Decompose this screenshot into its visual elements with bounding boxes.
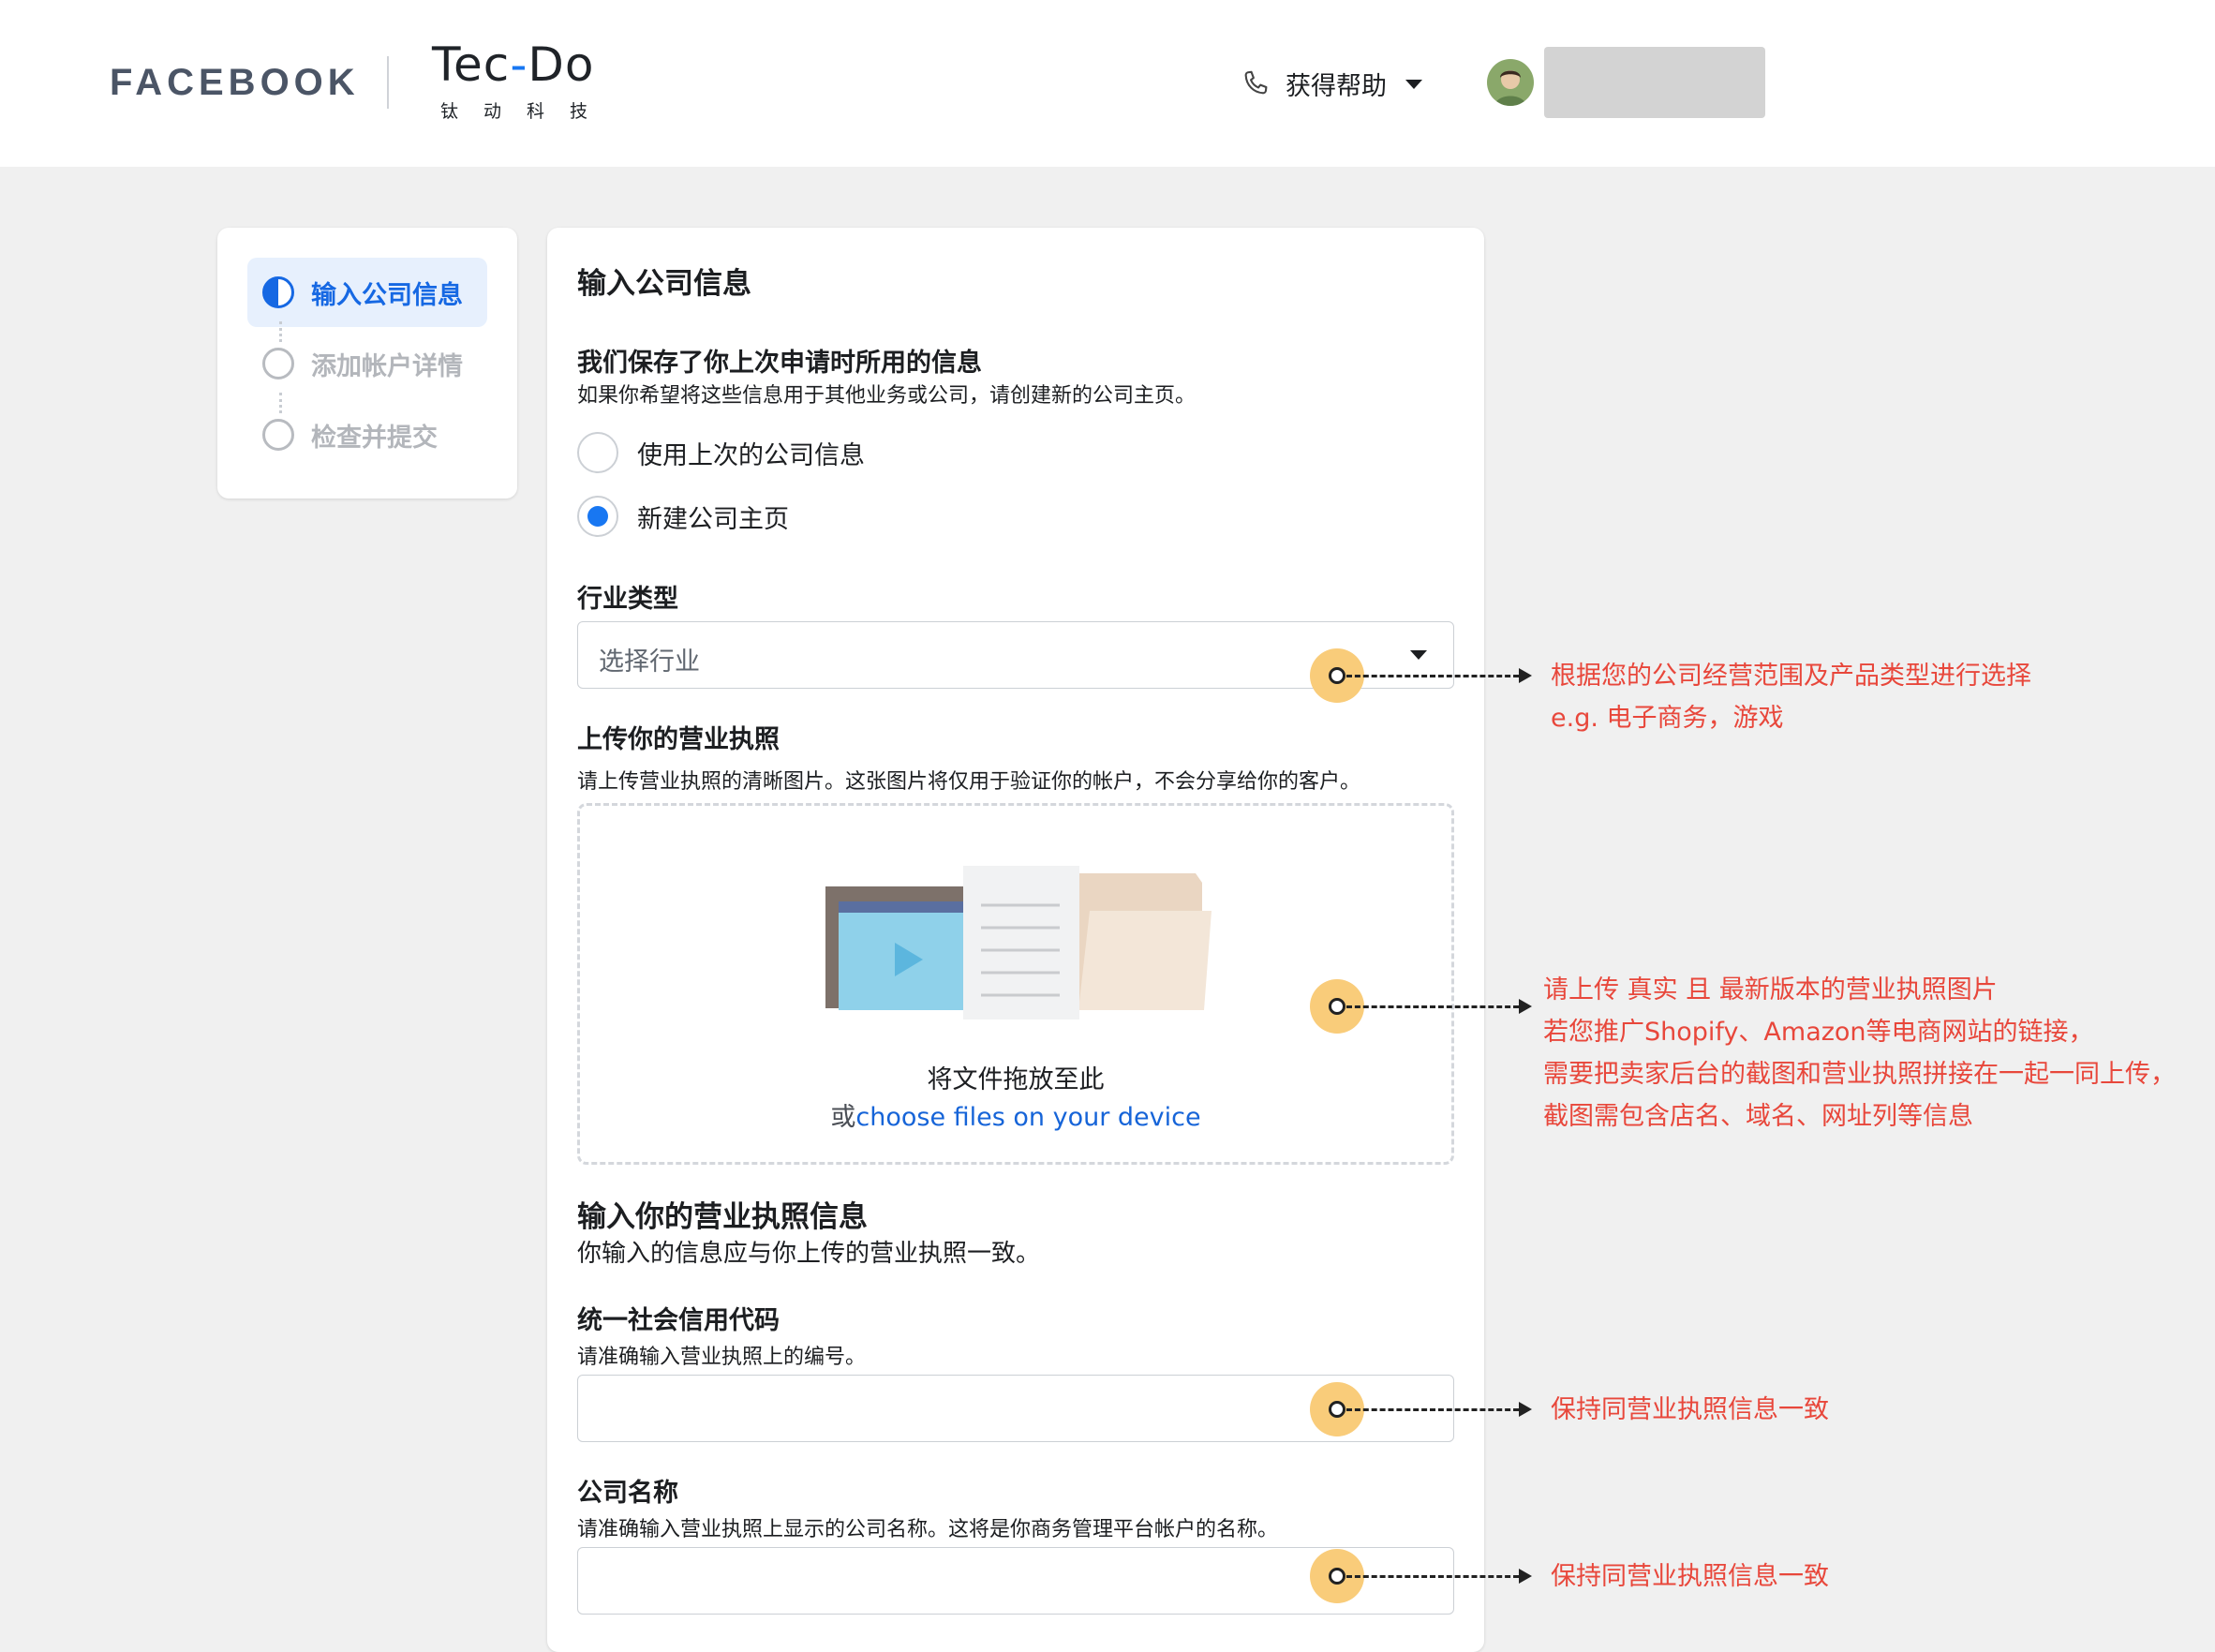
drop-files-text: 将文件拖放至此 [927,1065,1105,1094]
radio-unchecked[interactable] [577,432,618,473]
empty-circle-icon [262,348,294,380]
choose-files-line: 或choose files on your device [580,1096,1451,1133]
industry-annotation-line: e.g. 电子商务，游戏 [1551,704,1784,733]
saved-info-description: 如果你希望将这些信息用于其他业务或公司，请创建新的公司主页。 [577,384,1197,408]
logo-divider [387,56,389,109]
choose-files-link[interactable]: choose files on your device [855,1103,1200,1132]
help-label: 获得帮助 [1286,72,1387,101]
upload-annotation-line: 截图需包含店名、域名、网址列等信息 [1543,1102,1973,1131]
step-enter-company-info[interactable]: 输入公司信息 [247,258,487,327]
company-name-description: 请准确输入营业执照上显示的公司名称。这将是你商务管理平台帐户的名称。 [577,1518,1279,1541]
facebook-logo[interactable]: FACEBOOK [110,62,360,104]
industry-placeholder: 选择行业 [599,647,700,677]
marker-ring [1329,667,1345,684]
partner-logo-end: Do [528,37,595,92]
form-title: 输入公司信息 [577,267,751,301]
company-info-form-card: 输入公司信息 我们保存了你上次申请时所用的信息 如果你希望将这些信息用于其他业务… [547,228,1484,1652]
arrow-right-icon [1519,1402,1532,1417]
credit-code-description: 请准确输入营业执照上的编号。 [577,1346,867,1369]
annotation-leader-line [1346,1408,1519,1411]
upload-description: 请上传营业执照的清晰图片。这张图片将仅用于验证你的帐户，不会分享给你的客户。 [577,770,1361,794]
upload-annotation-line: 请上传 真实 且 最新版本的营业执照图片 [1543,975,1998,1005]
marker-ring [1329,998,1345,1015]
annotation-leader-line [1346,1005,1519,1008]
account-switcher[interactable] [1544,47,1765,118]
annotation-leader-line [1346,675,1519,677]
step-label: 检查并提交 [311,423,438,453]
upload-annotation: 请上传 真实 且 最新版本的营业执照图片 若您推广Shopify、Amazon等… [1543,969,2176,1138]
arrow-right-icon [1519,668,1532,683]
or-text: 或 [830,1103,856,1132]
partner-logo-subtitle: 钛动科技 [440,101,614,122]
industry-label: 行业类型 [577,585,678,614]
radio-label: 新建公司主页 [637,504,789,534]
help-menu-button[interactable]: 获得帮助 [1239,66,1422,102]
step-review-submit[interactable]: 检查并提交 [247,400,487,469]
upload-annotation-line: 若您推广Shopify、Amazon等电商网站的链接， [1543,1018,2094,1047]
upload-heading: 上传你的营业执照 [577,725,780,754]
chevron-down-icon [1405,79,1422,89]
partner-logo-main: Tec [432,37,511,92]
progress-stepper: 输入公司信息 添加帐户详情 检查并提交 [217,228,517,499]
radio-use-previous-info[interactable]: 使用上次的公司信息 [577,432,865,473]
step-add-account-details[interactable]: 添加帐户详情 [247,329,487,398]
avatar-image [1487,59,1534,106]
license-info-description: 你输入的信息应与你上传的营业执照一致。 [577,1240,1041,1268]
radio-new-company-page[interactable]: 新建公司主页 [577,496,789,537]
avatar[interactable] [1487,59,1534,106]
credit-code-label: 统一社会信用代码 [577,1306,780,1335]
company-name-annotation: 保持同营业执照信息一致 [1551,1562,1829,1591]
upload-annotation-line: 需要把卖家后台的截图和营业执照拼接在一起一同上传， [1543,1060,2176,1089]
partner-logo: Tec-Do [432,37,594,92]
credit-code-annotation: 保持同营业执照信息一致 [1551,1395,1829,1424]
radio-checked[interactable] [577,496,618,537]
marker-ring [1329,1568,1345,1585]
industry-annotation: 根据您的公司经营范围及产品类型进行选择 e.g. 电子商务，游戏 [1551,655,2031,739]
arrow-right-icon [1519,999,1532,1014]
file-upload-illustration-icon [825,866,1212,1019]
phone-icon [1244,70,1268,94]
company-name-label: 公司名称 [577,1479,678,1508]
half-circle-progress-icon [262,276,294,308]
top-header: FACEBOOK Tec-Do 钛动科技 获得帮助 [0,0,2215,167]
step-label: 输入公司信息 [311,280,463,310]
saved-info-heading: 我们保存了你上次申请时所用的信息 [577,349,982,378]
annotation-leader-line [1346,1575,1519,1578]
empty-circle-icon [262,419,294,451]
license-info-heading: 输入你的营业执照信息 [577,1200,868,1234]
radio-dot [587,506,608,527]
marker-ring [1329,1401,1345,1418]
arrow-right-icon [1519,1569,1532,1584]
chevron-down-icon [1410,650,1427,660]
partner-logo-dash: - [510,37,528,92]
industry-annotation-line: 根据您的公司经营范围及产品类型进行选择 [1551,662,2031,691]
radio-label: 使用上次的公司信息 [637,440,865,470]
step-label: 添加帐户详情 [311,351,463,381]
